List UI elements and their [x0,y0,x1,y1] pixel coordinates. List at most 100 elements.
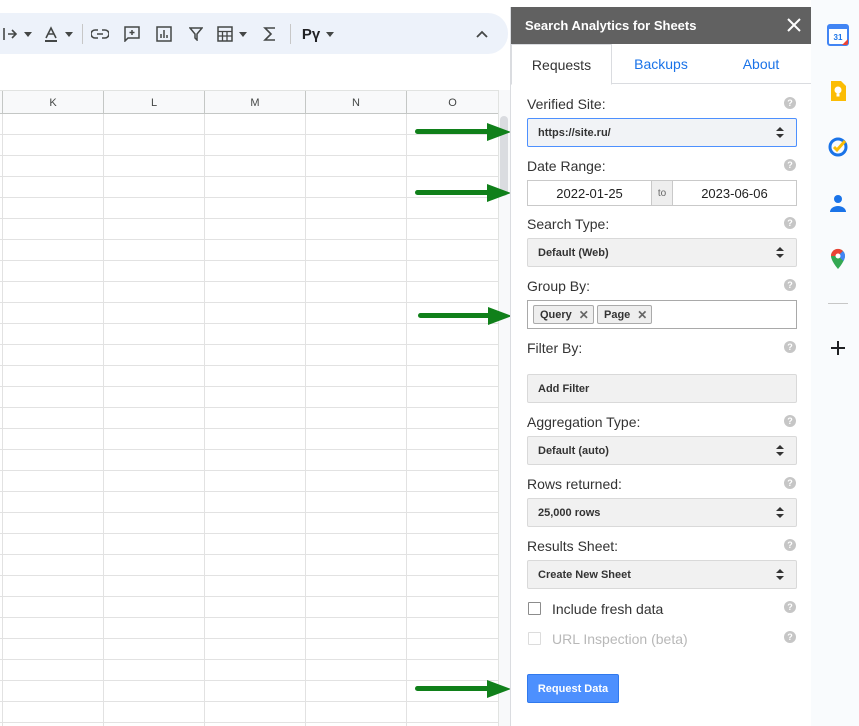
verified-site-value: https://site.ru/ [538,126,611,139]
add-icon[interactable] [827,337,849,359]
annotation-arrow [418,307,512,325]
remove-chip-icon[interactable]: ✕ [579,308,589,322]
search-type-select[interactable]: Default (Web) [527,238,797,267]
help-icon[interactable]: ? [784,415,796,427]
tab-about[interactable]: About [711,44,811,84]
filter-by-label: Filter By: [527,340,583,356]
aggregation-type-value: Default (auto) [538,444,609,457]
rows-returned-value: 25,000 rows [538,506,601,519]
tab-requests[interactable]: Requests [511,44,612,85]
sidebar-title: Search Analytics for Sheets [525,18,697,33]
help-icon[interactable]: ? [784,279,796,291]
toolbar: Рү [0,0,510,60]
request-data-button[interactable]: Request Data [527,674,619,703]
column-header-row: K L M N O [0,90,498,114]
insert-comment-button[interactable] [120,20,144,48]
search-type-value: Default (Web) [538,246,609,259]
text-color-button[interactable] [42,20,74,48]
column-header-k[interactable]: K [2,91,103,114]
help-icon[interactable]: ? [784,341,796,353]
remove-chip-icon[interactable]: ✕ [637,308,647,322]
column-header-o[interactable]: O [406,91,498,114]
link-icon [91,29,109,39]
help-icon[interactable]: ? [784,97,796,109]
select-arrows-icon [776,445,784,457]
date-range-inputs: 2022-01-25 to 2023-06-06 [527,180,797,206]
group-by-chip-query: Query ✕ [533,305,594,324]
results-sheet-label: Results Sheet: [527,538,619,554]
text-color-icon [45,26,57,42]
tasks-icon[interactable] [827,136,849,158]
results-sheet-value: Create New Sheet [538,568,631,581]
currency-button[interactable]: Рү [298,20,338,48]
keep-icon[interactable] [827,80,849,102]
group-by-label: Group By: [527,278,591,294]
help-icon[interactable]: ? [784,159,796,171]
vertical-align-icon [3,28,18,40]
chart-icon [156,26,172,42]
rows-returned-label: Rows returned: [527,476,622,492]
annotation-arrow [415,123,511,141]
chevron-up-icon [476,30,488,38]
column-header-n[interactable]: N [305,91,406,114]
column-header-m[interactable]: M [204,91,305,114]
select-arrows-icon [776,569,784,581]
functions-icon [263,27,275,41]
currency-label: Рү [301,25,321,43]
insert-link-button[interactable] [88,20,112,48]
rail-separator [828,303,848,304]
create-filter-button[interactable] [184,20,208,48]
select-arrows-icon [776,247,784,259]
toolbar-separator [82,24,83,44]
vertical-align-button[interactable] [0,20,34,48]
url-inspection-checkbox [528,632,541,645]
annotation-arrow [415,680,511,698]
date-separator: to [651,181,673,205]
date-range-label: Date Range: [527,158,606,174]
chip-label: Page [604,308,631,321]
aggregation-type-select[interactable]: Default (auto) [527,436,797,465]
sidebar-tabs: Requests Backups About [511,44,812,85]
collapse-toolbar-button[interactable] [470,20,494,48]
calendar-day: 31 [834,33,843,42]
search-type-label: Search Type: [527,216,610,232]
help-icon[interactable]: ? [784,477,796,489]
help-icon[interactable]: ? [784,631,796,643]
group-by-chip-page: Page ✕ [597,305,653,324]
select-arrows-icon [776,507,784,519]
side-panel-rail: 31 [811,0,859,726]
search-analytics-sidebar: Search Analytics for Sheets Requests Bac… [510,7,812,726]
toolbar-separator [290,24,291,44]
chip-label: Query [540,308,572,321]
help-icon[interactable]: ? [784,539,796,551]
rows-returned-select[interactable]: 25,000 rows [527,498,797,527]
table-icon [217,26,233,42]
aggregation-type-label: Aggregation Type: [527,414,641,430]
column-header-l[interactable]: L [103,91,204,114]
tab-backups[interactable]: Backups [611,44,711,84]
help-icon[interactable]: ? [784,601,796,613]
add-filter-button[interactable]: Add Filter [527,374,797,403]
end-date-input[interactable]: 2023-06-06 [672,181,796,205]
close-icon[interactable] [785,16,803,34]
calendar-icon[interactable]: 31 [827,24,849,46]
insert-chart-button[interactable] [152,20,176,48]
group-by-input[interactable]: Query ✕ Page ✕ [527,300,797,329]
functions-button[interactable] [258,20,282,48]
maps-icon[interactable] [827,248,849,270]
verified-site-select[interactable]: https://site.ru/ [527,118,797,147]
start-date-input[interactable]: 2022-01-25 [528,181,652,205]
include-fresh-data-label[interactable]: Include fresh data [552,601,663,617]
help-icon[interactable]: ? [784,217,796,229]
grid-cells[interactable] [0,114,498,726]
url-inspection-label: URL Inspection (beta) [552,631,688,647]
table-button[interactable] [214,20,250,48]
sidebar-header: Search Analytics for Sheets [511,7,812,44]
verified-site-label: Verified Site: [527,96,606,112]
toolbar-background [0,13,508,54]
annotation-arrow [415,184,511,202]
results-sheet-select[interactable]: Create New Sheet [527,560,797,589]
comment-icon [124,26,140,42]
include-fresh-data-checkbox[interactable] [528,602,541,615]
contacts-icon[interactable] [827,192,849,214]
